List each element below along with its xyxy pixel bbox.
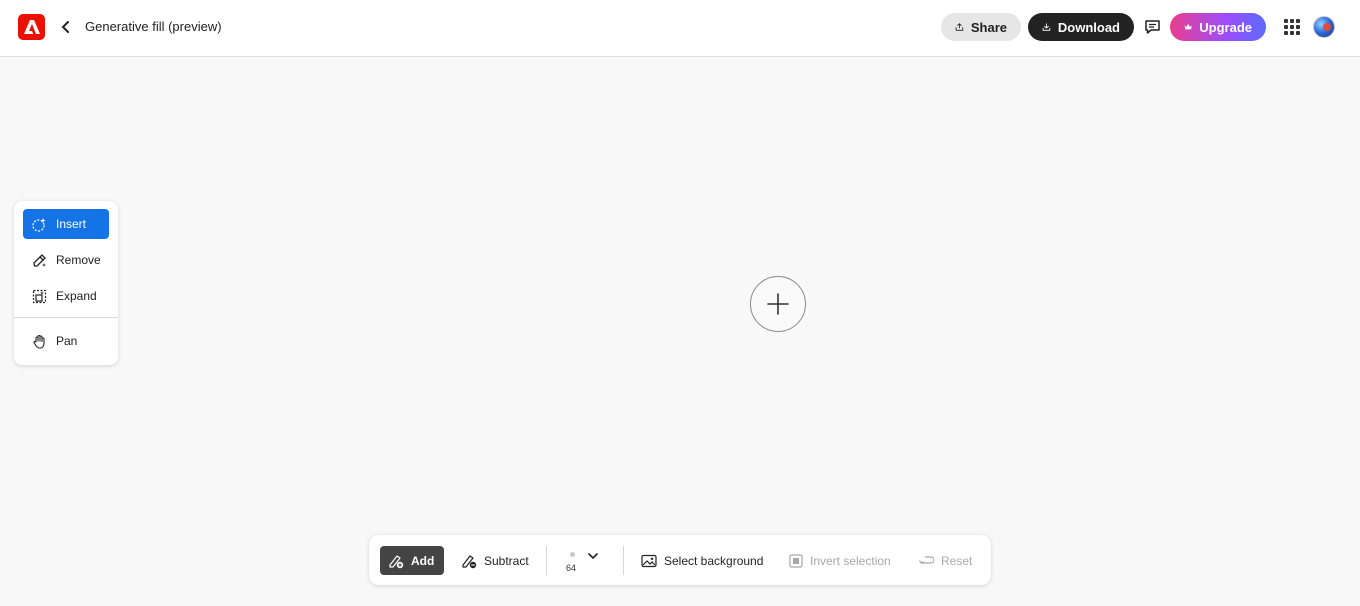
add-button[interactable]: Add: [380, 546, 444, 575]
toolbar-divider: [623, 546, 624, 575]
insert-sparkle-icon: [32, 217, 46, 232]
share-label: Share: [970, 19, 1007, 35]
brush-add-icon: [389, 554, 404, 568]
invert-selection-button[interactable]: Invert selection: [781, 546, 899, 575]
download-button[interactable]: Download: [1028, 13, 1134, 41]
plus-icon: [767, 293, 789, 315]
page-title: Generative fill (preview): [85, 19, 222, 34]
brush-size-dot-icon: [570, 552, 575, 557]
eraser-icon: [33, 253, 46, 267]
select-background-button[interactable]: Select background: [633, 546, 771, 575]
hand-icon: [33, 334, 45, 349]
tool-insert[interactable]: Insert: [23, 209, 109, 239]
avatar[interactable]: [1313, 16, 1335, 38]
invert-selection-icon: [789, 553, 803, 568]
brush-size-value: 64: [566, 563, 577, 573]
add-image-button[interactable]: [750, 276, 806, 332]
toolbar-divider: [546, 546, 547, 575]
brush-size-dropdown[interactable]: 64: [562, 549, 602, 575]
tool-pan-label: Pan: [56, 334, 78, 348]
share-button[interactable]: Share: [941, 13, 1021, 41]
chevron-down-icon: [588, 553, 598, 560]
upgrade-label: Upgrade: [1199, 19, 1252, 35]
add-label: Add: [411, 553, 435, 568]
subtract-label: Subtract: [484, 553, 529, 568]
expand-icon: [32, 289, 47, 303]
invert-selection-label: Invert selection: [810, 553, 891, 568]
tool-divider: [14, 317, 118, 318]
download-icon: [1042, 23, 1051, 31]
tool-panel: Insert Remove Expand Pan: [14, 201, 118, 365]
crown-icon: [1184, 24, 1192, 30]
upgrade-button[interactable]: Upgrade: [1170, 13, 1266, 41]
select-background-label: Select background: [664, 553, 764, 568]
tool-expand[interactable]: Expand: [23, 281, 109, 311]
reset-label: Reset: [941, 553, 973, 568]
tool-insert-label: Insert: [56, 217, 87, 231]
reset-button[interactable]: Reset: [910, 546, 980, 575]
back-chevron-icon[interactable]: [58, 17, 74, 37]
tool-expand-label: Expand: [56, 289, 97, 303]
reset-icon: [918, 555, 934, 564]
app-grid-icon[interactable]: [1284, 19, 1300, 35]
brush-subtract-icon: [462, 554, 477, 568]
selection-toolbar: Add Subtract 64 Select background Invert…: [369, 535, 991, 585]
share-icon: [955, 23, 964, 31]
tool-pan[interactable]: Pan: [23, 326, 109, 356]
subtract-button[interactable]: Subtract: [453, 546, 537, 575]
image-icon: [641, 554, 657, 567]
tool-remove[interactable]: Remove: [23, 245, 109, 275]
tool-remove-label: Remove: [56, 253, 101, 267]
app-header: Generative fill (preview) Share Download…: [0, 0, 1360, 57]
comment-icon[interactable]: [1143, 17, 1161, 35]
download-label: Download: [1057, 19, 1120, 35]
adobe-logo-icon[interactable]: [18, 14, 45, 40]
